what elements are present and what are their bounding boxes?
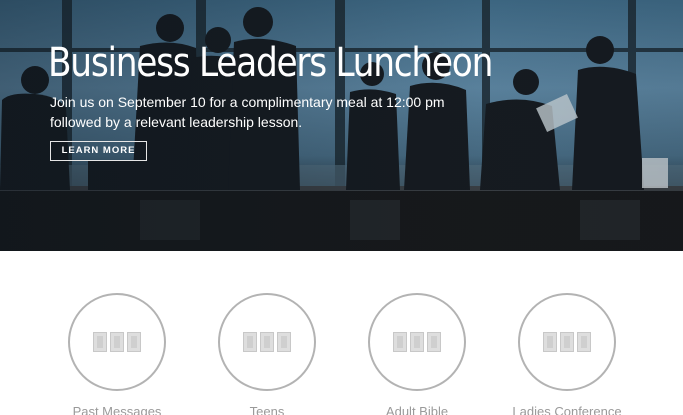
feature-circle[interactable] (518, 293, 616, 391)
placeholder-icon (93, 332, 107, 352)
learn-more-button[interactable]: LEARN MORE (50, 141, 147, 161)
hero-banner: Business Leaders Luncheon Join us on Sep… (0, 0, 683, 251)
feature-adult-bible[interactable]: Adult Bible (342, 293, 492, 415)
feature-circle[interactable] (68, 293, 166, 391)
feature-circle[interactable] (368, 293, 466, 391)
placeholder-icon (127, 332, 141, 352)
placeholder-icon (427, 332, 441, 352)
placeholder-icon (260, 332, 274, 352)
placeholder-icon (277, 332, 291, 352)
placeholder-icon (243, 332, 257, 352)
placeholder-icon (110, 332, 124, 352)
placeholder-icon (410, 332, 424, 352)
placeholder-icon (577, 332, 591, 352)
feature-ladies-conference[interactable]: Ladies Conference (492, 293, 642, 415)
feature-label[interactable]: Past Messages (42, 404, 192, 415)
feature-circle[interactable] (218, 293, 316, 391)
feature-teens[interactable]: Teens (192, 293, 342, 415)
feature-label[interactable]: Adult Bible (342, 404, 492, 415)
feature-label[interactable]: Ladies Conference (492, 404, 642, 415)
hero-title: Business Leaders Luncheon (48, 40, 493, 86)
feature-past-messages[interactable]: Past Messages (42, 293, 192, 415)
placeholder-icon (560, 332, 574, 352)
placeholder-icon (393, 332, 407, 352)
feature-label[interactable]: Teens (192, 404, 342, 415)
hero-description-line: Join us on September 10 for a compliment… (50, 94, 445, 110)
feature-links: Past Messages Teens Adult Bible Ladies C… (0, 251, 683, 415)
hero-description-line: followed by a relevant leadership lesson… (50, 114, 303, 130)
placeholder-icon (543, 332, 557, 352)
hero-description: Join us on September 10 for a compliment… (50, 92, 480, 132)
